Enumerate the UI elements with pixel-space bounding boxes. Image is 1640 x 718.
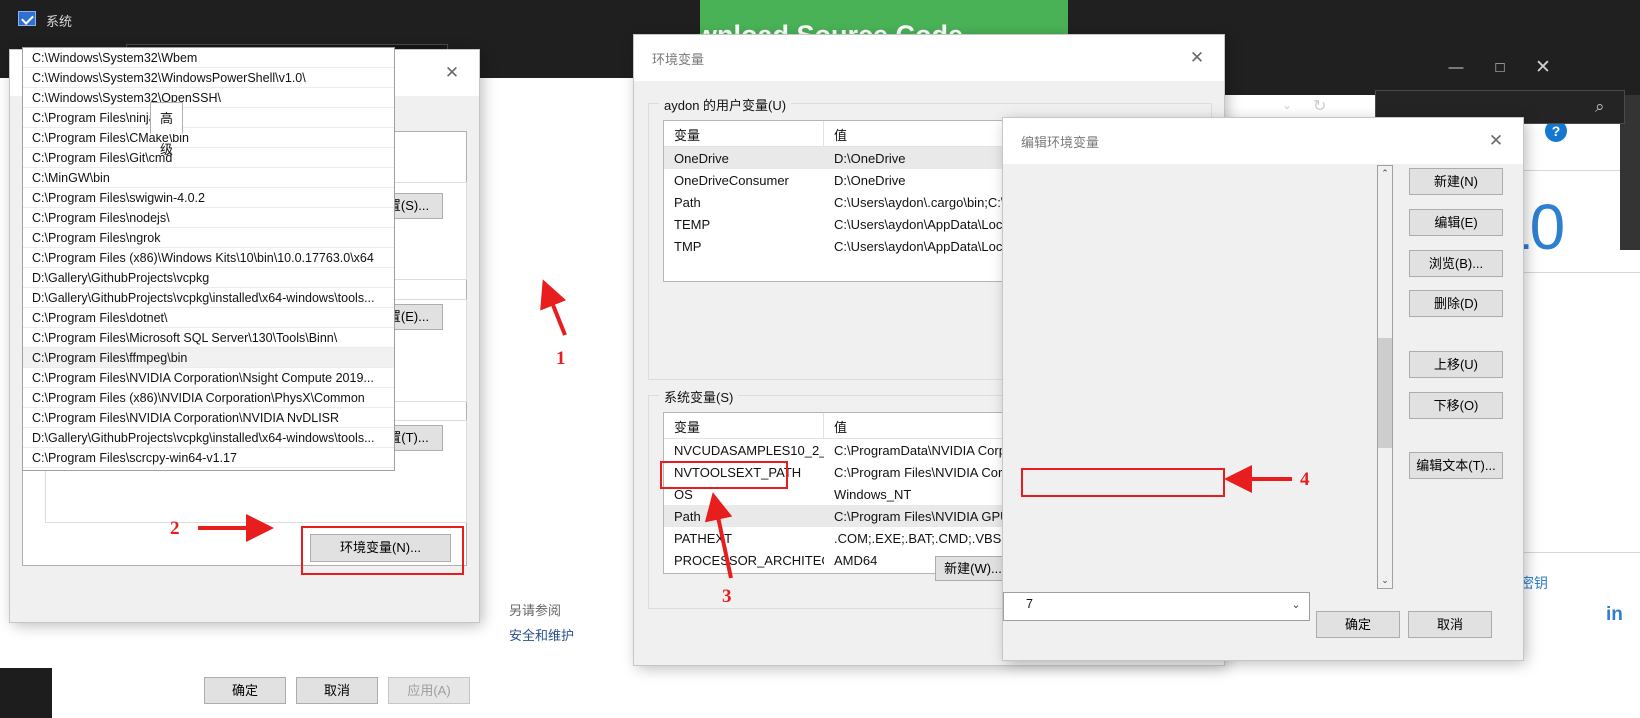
scroll-down-icon[interactable]: ⌄ — [1378, 573, 1392, 588]
variable-value: AMD64 — [834, 552, 878, 568]
system-variables-group-label: 系统变量(S) — [659, 387, 739, 406]
highlight-box-ffmpeg-path — [1021, 468, 1225, 497]
linkedin-logo: in — [1606, 604, 1623, 625]
list-item-ffmpeg[interactable]: C:\Program Files\ffmpeg\bin — [23, 348, 394, 368]
scrollbar-thumb[interactable] — [1378, 338, 1392, 448]
combo-value: 7 — [1026, 597, 1033, 611]
list-item[interactable]: C:\Program Files\scrcpy-win64-v1.17 — [23, 448, 394, 468]
browse-path-button[interactable]: 浏览(B)... — [1409, 250, 1503, 277]
chevron-down-icon[interactable]: ⌄ — [1283, 593, 1309, 618]
annotation-step-2: 2 — [170, 518, 180, 539]
variable-value: C:\ProgramData\NVIDIA Corpo — [834, 442, 1014, 458]
variable-name: TEMP — [674, 216, 711, 232]
variable-value: Windows_NT — [834, 486, 912, 502]
column-header-name: 变量 — [664, 121, 824, 146]
column-header-name: 变量 — [664, 413, 824, 438]
list-item[interactable]: C:\Program Files\NVIDIA Corporation\Nsig… — [23, 368, 394, 388]
variable-name: TMP — [674, 238, 702, 254]
move-up-button[interactable]: 上移(U) — [1409, 351, 1503, 378]
reload-icon[interactable]: ↻ — [1313, 96, 1326, 116]
ok-button[interactable]: 确定 — [204, 677, 286, 704]
column-header-value: 值 — [834, 128, 848, 143]
search-icon[interactable]: ⌕ — [1595, 97, 1605, 117]
variable-value: C:\Users\aydon\.cargo\bin;C:\U — [834, 194, 1014, 210]
list-item[interactable]: D:\Gallery\GithubProjects\vcpkg\installe… — [23, 428, 394, 448]
variable-name: Path — [674, 194, 701, 210]
highlight-box-path-variable — [660, 461, 788, 489]
annotation-step-4: 4 — [1300, 469, 1310, 490]
edit-environment-variable-titlebar: 编辑环境变量 ✕ — [1003, 118, 1523, 164]
edit-ok-button[interactable]: 确定 — [1316, 611, 1400, 638]
user-variables-group-label: aydon 的用户变量(U) — [659, 95, 792, 114]
close-icon[interactable]: ✕ — [1479, 128, 1513, 154]
list-item[interactable]: C:\Program Files\NVIDIA Corporation\NVID… — [23, 408, 394, 428]
list-item[interactable]: C:\Program Files\dotnet\ — [23, 308, 394, 328]
variable-value: C:\Program Files\NVIDIA GPU C — [834, 508, 1023, 524]
variable-value: C:\Users\aydon\AppData\Local\ — [834, 216, 1017, 232]
annotation-step-1: 1 — [556, 348, 566, 369]
see-also-security-link[interactable]: 安全和维护 — [509, 625, 574, 644]
apply-button[interactable]: 应用(A) — [388, 677, 470, 704]
maximize-button[interactable]: □ — [1485, 60, 1515, 76]
path-list-scrollbar[interactable]: ⌃ ⌄ — [1377, 165, 1393, 589]
list-item[interactable]: C:\Program Files\ngrok — [23, 228, 394, 248]
system-window-titlebar: 系统 — [0, 0, 700, 40]
list-item[interactable]: C:\Program Files (x86)\NVIDIA Corporatio… — [23, 388, 394, 408]
variable-name: OneDrive — [674, 150, 729, 166]
variable-value: D:\OneDrive — [834, 172, 906, 188]
see-also-label: 另请参阅 — [509, 603, 562, 618]
close-button[interactable]: ✕ — [1528, 58, 1558, 78]
environment-variables-titlebar: 环境变量 ✕ — [634, 35, 1224, 81]
variable-name: NVCUDASAMPLES10_2_R... — [674, 442, 824, 458]
edit-environment-variable-title: 编辑环境变量 — [1021, 135, 1100, 150]
minimize-button[interactable]: — — [1441, 60, 1471, 76]
list-item[interactable]: C:\Windows\System32\OpenSSH\ — [23, 88, 394, 108]
variable-name: PATHEXT — [674, 530, 733, 546]
edit-environment-variable-dialog: 编辑环境变量 ✕ — [1003, 118, 1523, 660]
delete-path-button[interactable]: 删除(D) — [1409, 290, 1503, 317]
list-item[interactable]: C:\Program Files\ninja — [23, 108, 394, 128]
list-item[interactable]: D:\Gallery\GithubProjects\vcpkg — [23, 268, 394, 288]
path-entries-list[interactable]: C:\Windows\System32\Wbem C:\Windows\Syst… — [22, 47, 395, 471]
close-icon[interactable]: ✕ — [1180, 45, 1214, 71]
list-item[interactable]: D:\Gallery\GithubProjects\vcpkg\installe… — [23, 288, 394, 308]
highlight-box-environment-variables — [301, 526, 464, 575]
variable-value: C:\Users\aydon\AppData\Local\ — [834, 238, 1017, 254]
variable-value: D:\OneDrive — [834, 150, 906, 166]
list-item[interactable]: C:\Program Files\Microsoft SQL Server\13… — [23, 328, 394, 348]
list-item[interactable]: C:\Program Files\CMake\bin — [23, 128, 394, 148]
variable-name: PROCESSOR_ARCHITECT... — [674, 552, 824, 568]
move-down-button[interactable]: 下移(O) — [1409, 392, 1503, 419]
scroll-up-icon[interactable]: ⌃ — [1378, 166, 1392, 181]
list-item[interactable]: C:\Windows\System32\Wbem — [23, 48, 394, 68]
list-item[interactable]: C:\Program Files\Git\cmd — [23, 148, 394, 168]
close-icon[interactable]: ✕ — [435, 60, 469, 86]
monitor-icon — [18, 11, 36, 26]
cancel-button[interactable]: 取消 — [296, 677, 378, 704]
environment-variables-title: 环境变量 — [652, 52, 705, 67]
edit-cancel-button[interactable]: 取消 — [1408, 611, 1492, 638]
system-window-title: 系统 — [46, 14, 73, 29]
variable-value: C:\Program Files\NVIDIA Corpo — [834, 464, 1017, 480]
list-item[interactable]: C:\Program Files\nodejs\ — [23, 208, 394, 228]
list-item[interactable]: C:\Windows\System32\WindowsPowerShell\v1… — [23, 68, 394, 88]
variable-name: Path — [674, 508, 701, 524]
list-item[interactable]: C:\Program Files (x86)\Windows Kits\10\b… — [23, 248, 394, 268]
edit-path-button[interactable]: 编辑(E) — [1409, 209, 1503, 236]
new-path-button[interactable]: 新建(N) — [1409, 168, 1503, 195]
annotation-step-3: 3 — [722, 586, 732, 607]
column-header-value: 值 — [834, 420, 848, 435]
list-item[interactable]: C:\MinGW\bin — [23, 168, 394, 188]
system-new-button[interactable]: 新建(W)... — [935, 556, 1011, 581]
tab-advanced[interactable]: 高级 — [150, 102, 184, 157]
variable-name: OneDriveConsumer — [674, 172, 789, 188]
chevron-down-icon[interactable]: ⌄ — [1282, 98, 1292, 112]
list-item[interactable]: C:\Program Files\swigwin-4.0.2 — [23, 188, 394, 208]
path-combo-input[interactable]: 7 ⌄ — [1003, 592, 1310, 621]
edit-text-button[interactable]: 编辑文本(T)... — [1409, 452, 1503, 479]
